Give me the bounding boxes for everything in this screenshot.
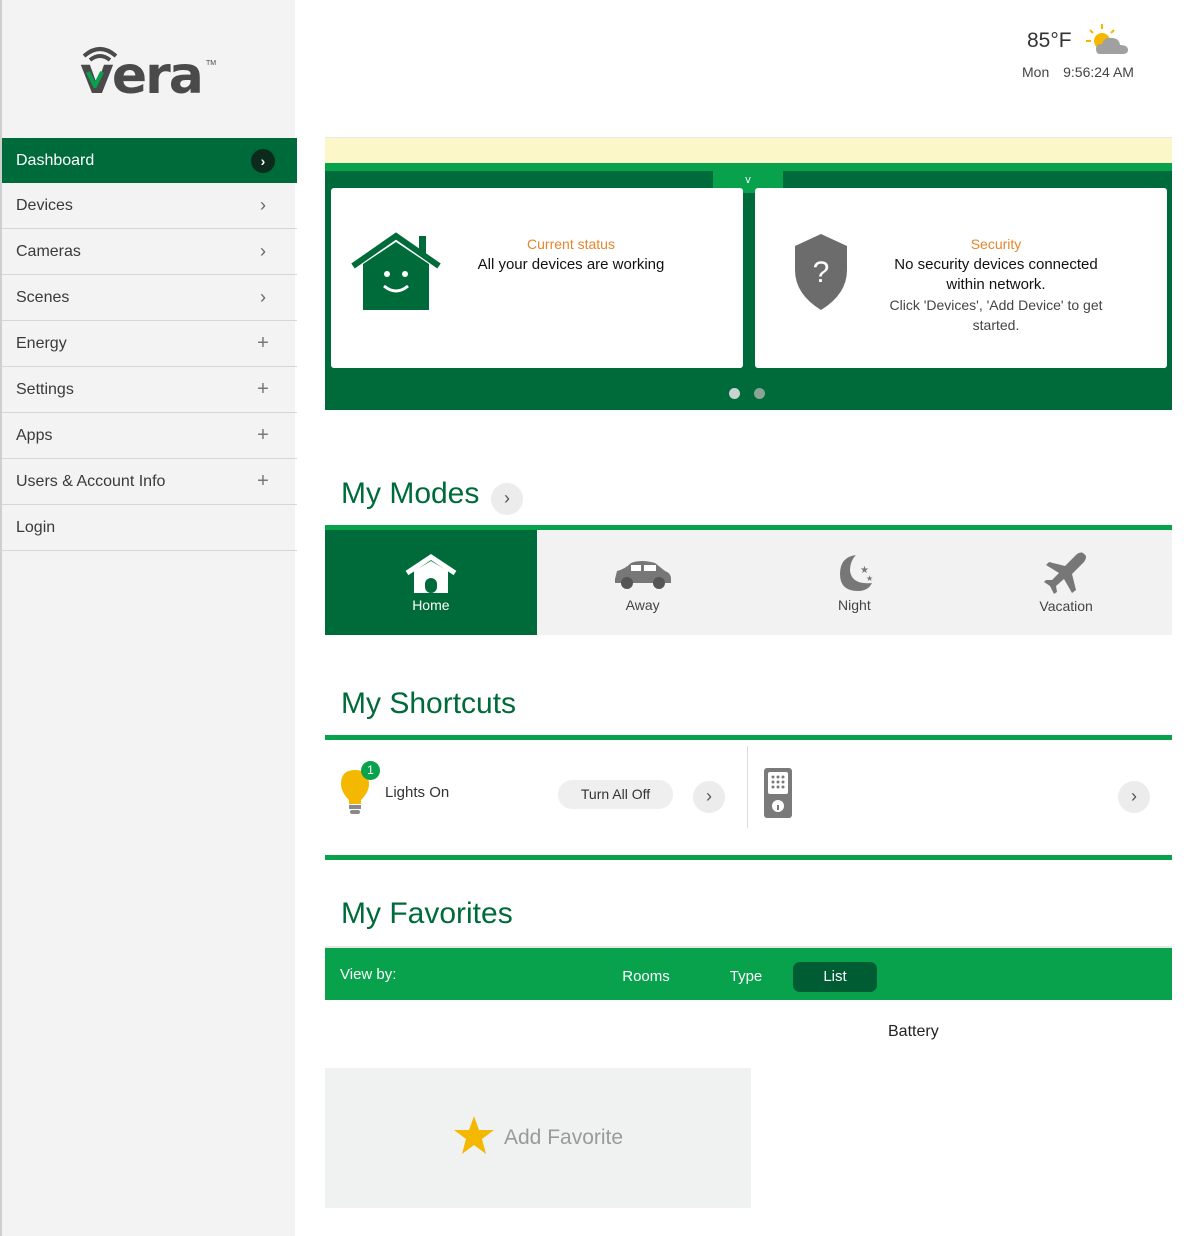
door-lock-icon [764,768,792,818]
sidebar-item-energy[interactable]: Energy + [2,321,297,367]
plus-icon: + [257,378,269,400]
shortcuts-title: My Shortcuts [341,687,517,720]
favorites-title: My Favorites [341,897,513,930]
sidebar-item-label: Scenes [16,288,70,306]
logo-check-mark [86,71,104,88]
add-favorite-label: Add Favorite [504,1126,624,1149]
chevron-right-icon: › [260,195,266,215]
moon-icon: ★ ★ [840,554,874,591]
logo-trademark: TM [206,60,217,67]
view-option-type[interactable]: Type [705,962,787,992]
partly-cloudy-icon [1086,24,1128,54]
sidebar-item-apps[interactable]: Apps + [2,413,297,459]
view-by-label: View by: [340,966,397,983]
svg-text:★: ★ [866,574,873,583]
carousel-dot[interactable] [729,388,740,399]
chevron-right-icon: › [260,241,266,261]
home-icon [405,553,457,593]
sidebar-item-label: Users & Account Info [16,472,166,490]
mode-label: Away [625,596,660,613]
carousel-dots [729,388,765,399]
shortcuts-panel: 1 Lights On Turn All Off › › [325,735,1172,860]
current-status-card: Current status All your devices are work… [331,188,743,368]
sidebar-item-label: Cameras [16,242,81,260]
status-panel: v Current status All your devices are wo… [325,163,1172,410]
sidebar-item-users-account[interactable]: Users & Account Info + [2,459,297,505]
sidebar-item-label: Apps [16,426,53,444]
chevron-right-icon: › [251,148,275,173]
weather-time: 9:56:24 AM [1063,64,1134,80]
lights-more-button[interactable]: › [693,781,725,813]
weather-day: Mon [1022,64,1050,80]
mode-vacation[interactable]: Vacation [960,530,1172,635]
card-title: Current status [527,236,615,252]
favorites-group-label: Battery [888,1023,939,1040]
card-text-line2: within network. [946,276,1046,293]
status-panel-topbar [325,163,1172,171]
turn-all-off-button[interactable]: Turn All Off [558,780,673,809]
sidebar-item-devices[interactable]: Devices › [2,183,297,229]
modes-title: My Modes [341,477,480,510]
mode-label: Home [412,596,450,613]
sidebar-item-login[interactable]: Login [2,505,297,551]
lights-count-badge: 1 [361,761,380,780]
mode-away[interactable]: Away [537,530,749,635]
plus-icon: + [257,332,269,354]
sidebar-item-scenes[interactable]: Scenes › [2,275,297,321]
car-icon [614,560,671,589]
sidebar-item-dashboard[interactable]: Dashboard › [2,138,297,183]
security-card: ? Security No security devices connected… [755,188,1167,368]
sidebar-item-settings[interactable]: Settings + [2,367,297,413]
smiling-house-icon [351,232,441,310]
lock-more-button[interactable]: › [1118,781,1150,813]
card-title: Security [970,236,1022,252]
add-favorite-tile[interactable]: Add Favorite [325,1068,751,1208]
vera-logo[interactable]: vera TM [80,40,220,102]
sidebar-nav: Dashboard › Devices › Cameras › Scenes ›… [2,138,297,551]
modes-more-button[interactable]: › [491,483,523,515]
airplane-icon [1044,552,1087,594]
sidebar-item-label: Login [16,518,56,536]
card-sub-line1: Click 'Devices', 'Add Device' to get [889,297,1103,313]
shield-question-icon: ? [795,234,847,310]
shortcut-divider [747,746,748,828]
view-option-list[interactable]: List [793,962,877,992]
view-by-bar: View by: Rooms Type List [325,946,1172,1000]
date-time: Mon 9:56:24 AM [1022,64,1144,80]
card-sub-line2: started. [972,317,1020,333]
sidebar-item-cameras[interactable]: Cameras › [2,229,297,275]
chevron-right-icon: › [260,287,266,307]
alert-strip [325,137,1172,163]
sidebar-item-label: Energy [16,334,67,352]
mode-label: Vacation [1039,597,1093,614]
view-option-rooms[interactable]: Rooms [605,962,687,992]
sidebar-item-label: Settings [16,380,74,398]
sidebar: vera TM Dashboard › Devices › Cameras › … [0,0,297,1236]
plus-icon: + [257,470,269,492]
star-icon [454,1116,494,1154]
plus-icon: + [257,424,269,446]
sidebar-item-label: Devices [16,196,73,214]
card-text: All your devices are working [477,256,665,273]
carousel-dot[interactable] [754,388,765,399]
mode-night[interactable]: ★ ★ Night [749,530,961,635]
mode-label: Night [838,596,871,613]
mode-home[interactable]: Home [325,530,537,635]
modes-bar: Home Away ★ ★ Night Vacation [325,525,1172,635]
temperature: 85°F [1027,29,1072,52]
lights-on-label: Lights On [385,784,450,801]
sidebar-item-label: Dashboard [16,151,95,169]
card-text-line1: No security devices connected [894,256,1098,273]
svg-text:?: ? [813,256,830,289]
